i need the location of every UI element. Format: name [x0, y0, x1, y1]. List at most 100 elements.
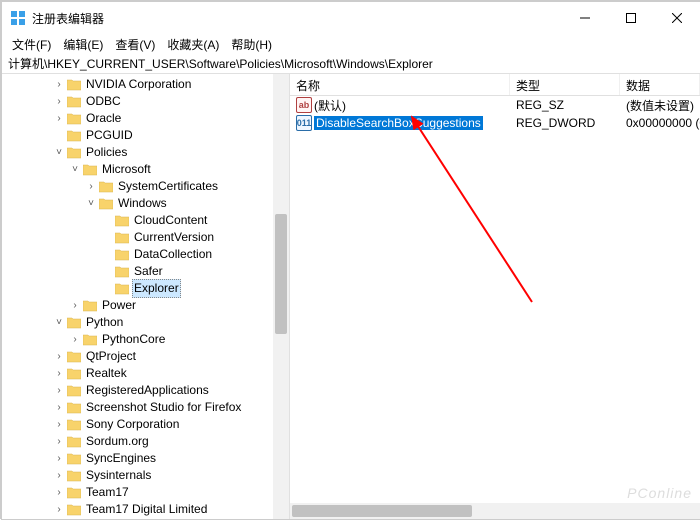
chevron-down-icon[interactable]: ˅	[68, 161, 82, 178]
tree-item-label: PythonCore	[100, 331, 167, 348]
titlebar: 注册表编辑器	[2, 2, 700, 34]
tree-item[interactable]: ˅ Microsoft	[4, 161, 289, 178]
cell-type: REG_SZ	[510, 98, 620, 112]
chevron-right-icon[interactable]: ›	[52, 484, 66, 501]
tree-item[interactable]: ˅Windows	[4, 195, 289, 212]
tree-scrollbar-thumb[interactable]	[275, 214, 287, 334]
cell-name: 011DisableSearchBoxSuggestions	[290, 115, 510, 131]
tree-item[interactable]: CloudContent	[4, 212, 289, 229]
chevron-right-icon[interactable]: ›	[52, 416, 66, 433]
chevron-right-icon[interactable]: ›	[52, 433, 66, 450]
window-title: 注册表编辑器	[32, 10, 104, 27]
tree-item-label: Screenshot Studio for Firefox	[84, 399, 243, 416]
address-bar[interactable]: 计算机\HKEY_CURRENT_USER\Software\Policies\…	[2, 54, 700, 74]
tree-item[interactable]: ›NVIDIA Corporation	[4, 76, 289, 93]
tree-item[interactable]: ›Sony Corporation	[4, 416, 289, 433]
tree-item[interactable]: Explorer	[4, 280, 289, 297]
value-name: (默认)	[314, 97, 346, 114]
folder-icon	[66, 401, 82, 415]
tree-item[interactable]: PCGUID	[4, 127, 289, 144]
tree-item[interactable]: › PythonCore	[4, 331, 289, 348]
chevron-right-icon[interactable]: ›	[52, 501, 66, 518]
tree-item[interactable]: ›ODBC	[4, 93, 289, 110]
list-row[interactable]: ab(默认)REG_SZ(数值未设置)	[290, 96, 700, 114]
chevron-down-icon[interactable]: ˅	[52, 314, 66, 331]
chevron-right-icon[interactable]: ›	[52, 382, 66, 399]
scroll-corner	[684, 503, 700, 519]
list-pane: 名称 类型 数据 ab(默认)REG_SZ(数值未设置)011DisableSe…	[290, 74, 700, 519]
tree-item-label: Sordum.org	[84, 433, 151, 450]
menubar: 文件(F) 编辑(E) 查看(V) 收藏夹(A) 帮助(H)	[2, 34, 700, 54]
tree-item[interactable]: ›Team17 Digital Limited	[4, 501, 289, 518]
folder-icon	[114, 265, 130, 279]
chevron-right-icon[interactable]: ›	[52, 399, 66, 416]
close-button[interactable]	[654, 2, 700, 34]
tree-item[interactable]: › Power	[4, 297, 289, 314]
tree-item[interactable]: › Screenshot Studio for Firefox	[4, 399, 289, 416]
chevron-right-icon[interactable]: ›	[68, 331, 82, 348]
menu-edit[interactable]: 编辑(E)	[57, 34, 109, 55]
tree-item-label: RegisteredApplications	[84, 382, 211, 399]
tree-item[interactable]: ˅Python	[4, 314, 289, 331]
chevron-right-icon[interactable]: ›	[84, 178, 98, 195]
list-row[interactable]: 011DisableSearchBoxSuggestionsREG_DWORD0…	[290, 114, 700, 132]
tree-scrollbar[interactable]	[273, 74, 289, 519]
tree-item-label: Microsoft	[100, 161, 153, 178]
tree-item-label: Oracle	[84, 110, 123, 127]
tree-item[interactable]: Safer	[4, 263, 289, 280]
chevron-right-icon[interactable]: ›	[52, 467, 66, 484]
cell-type: REG_DWORD	[510, 116, 620, 130]
folder-icon	[66, 469, 82, 483]
folder-icon	[66, 435, 82, 449]
menu-view[interactable]: 查看(V)	[109, 34, 161, 55]
tree-item[interactable]: › Oracle	[4, 110, 289, 127]
tree-item[interactable]: ›SyncEngines	[4, 450, 289, 467]
list-scrollbar-h-thumb[interactable]	[292, 505, 472, 517]
menu-file[interactable]: 文件(F)	[6, 34, 57, 55]
tree-item-label: DataCollection	[132, 246, 214, 263]
folder-icon	[66, 316, 82, 330]
chevron-right-icon[interactable]: ›	[52, 110, 66, 127]
chevron-down-icon[interactable]: ˅	[52, 144, 66, 161]
col-header-name[interactable]: 名称	[290, 74, 510, 95]
folder-icon	[66, 146, 82, 160]
tree-item-label: CurrentVersion	[132, 229, 216, 246]
cell-name: ab(默认)	[290, 97, 510, 114]
col-header-type[interactable]: 类型	[510, 74, 620, 95]
chevron-right-icon[interactable]: ›	[52, 76, 66, 93]
maximize-button[interactable]	[608, 2, 654, 34]
tree-item-label: Power	[100, 297, 138, 314]
chevron-right-icon[interactable]: ›	[52, 450, 66, 467]
tree-item-label: SystemCertificates	[116, 178, 220, 195]
chevron-right-icon[interactable]: ›	[52, 93, 66, 110]
chevron-right-icon[interactable]: ›	[68, 297, 82, 314]
tree-item[interactable]: › RegisteredApplications	[4, 382, 289, 399]
tree-item[interactable]: › Sordum.org	[4, 433, 289, 450]
tree-item[interactable]: CurrentVersion	[4, 229, 289, 246]
tree-item[interactable]: ˅ Policies	[4, 144, 289, 161]
chevron-right-icon[interactable]: ›	[52, 365, 66, 382]
tree-item[interactable]: › SystemCertificates	[4, 178, 289, 195]
tree[interactable]: ›NVIDIA Corporation›ODBC›OraclePCGUID˅Po…	[2, 74, 289, 519]
tree-item[interactable]: DataCollection	[4, 246, 289, 263]
tree-item[interactable]: ›Sysinternals	[4, 467, 289, 484]
menu-favorites[interactable]: 收藏夹(A)	[161, 34, 225, 55]
menu-help[interactable]: 帮助(H)	[225, 34, 278, 55]
content: ›NVIDIA Corporation›ODBC›OraclePCGUID˅Po…	[2, 74, 700, 519]
list-scrollbar-h[interactable]	[290, 503, 684, 519]
minimize-button[interactable]	[562, 2, 608, 34]
col-header-data[interactable]: 数据	[620, 74, 700, 95]
cell-data: 0x00000000 (0)	[620, 116, 700, 130]
tree-item[interactable]: ›QtProject	[4, 348, 289, 365]
chevron-right-icon[interactable]: ›	[52, 348, 66, 365]
tree-item-label: Policies	[84, 144, 129, 161]
tree-item[interactable]: › Team17	[4, 484, 289, 501]
tree-item[interactable]: ›Realtek	[4, 365, 289, 382]
chevron-down-icon[interactable]: ˅	[84, 195, 98, 212]
tree-item-label: Team17	[84, 484, 131, 501]
list-body[interactable]: ab(默认)REG_SZ(数值未设置)011DisableSearchBoxSu…	[290, 96, 700, 132]
folder-icon	[66, 95, 82, 109]
window-controls	[562, 2, 700, 34]
address-path: HKEY_CURRENT_USER\Software\Policies\Micr…	[47, 57, 432, 71]
string-value-icon: ab	[296, 97, 312, 113]
